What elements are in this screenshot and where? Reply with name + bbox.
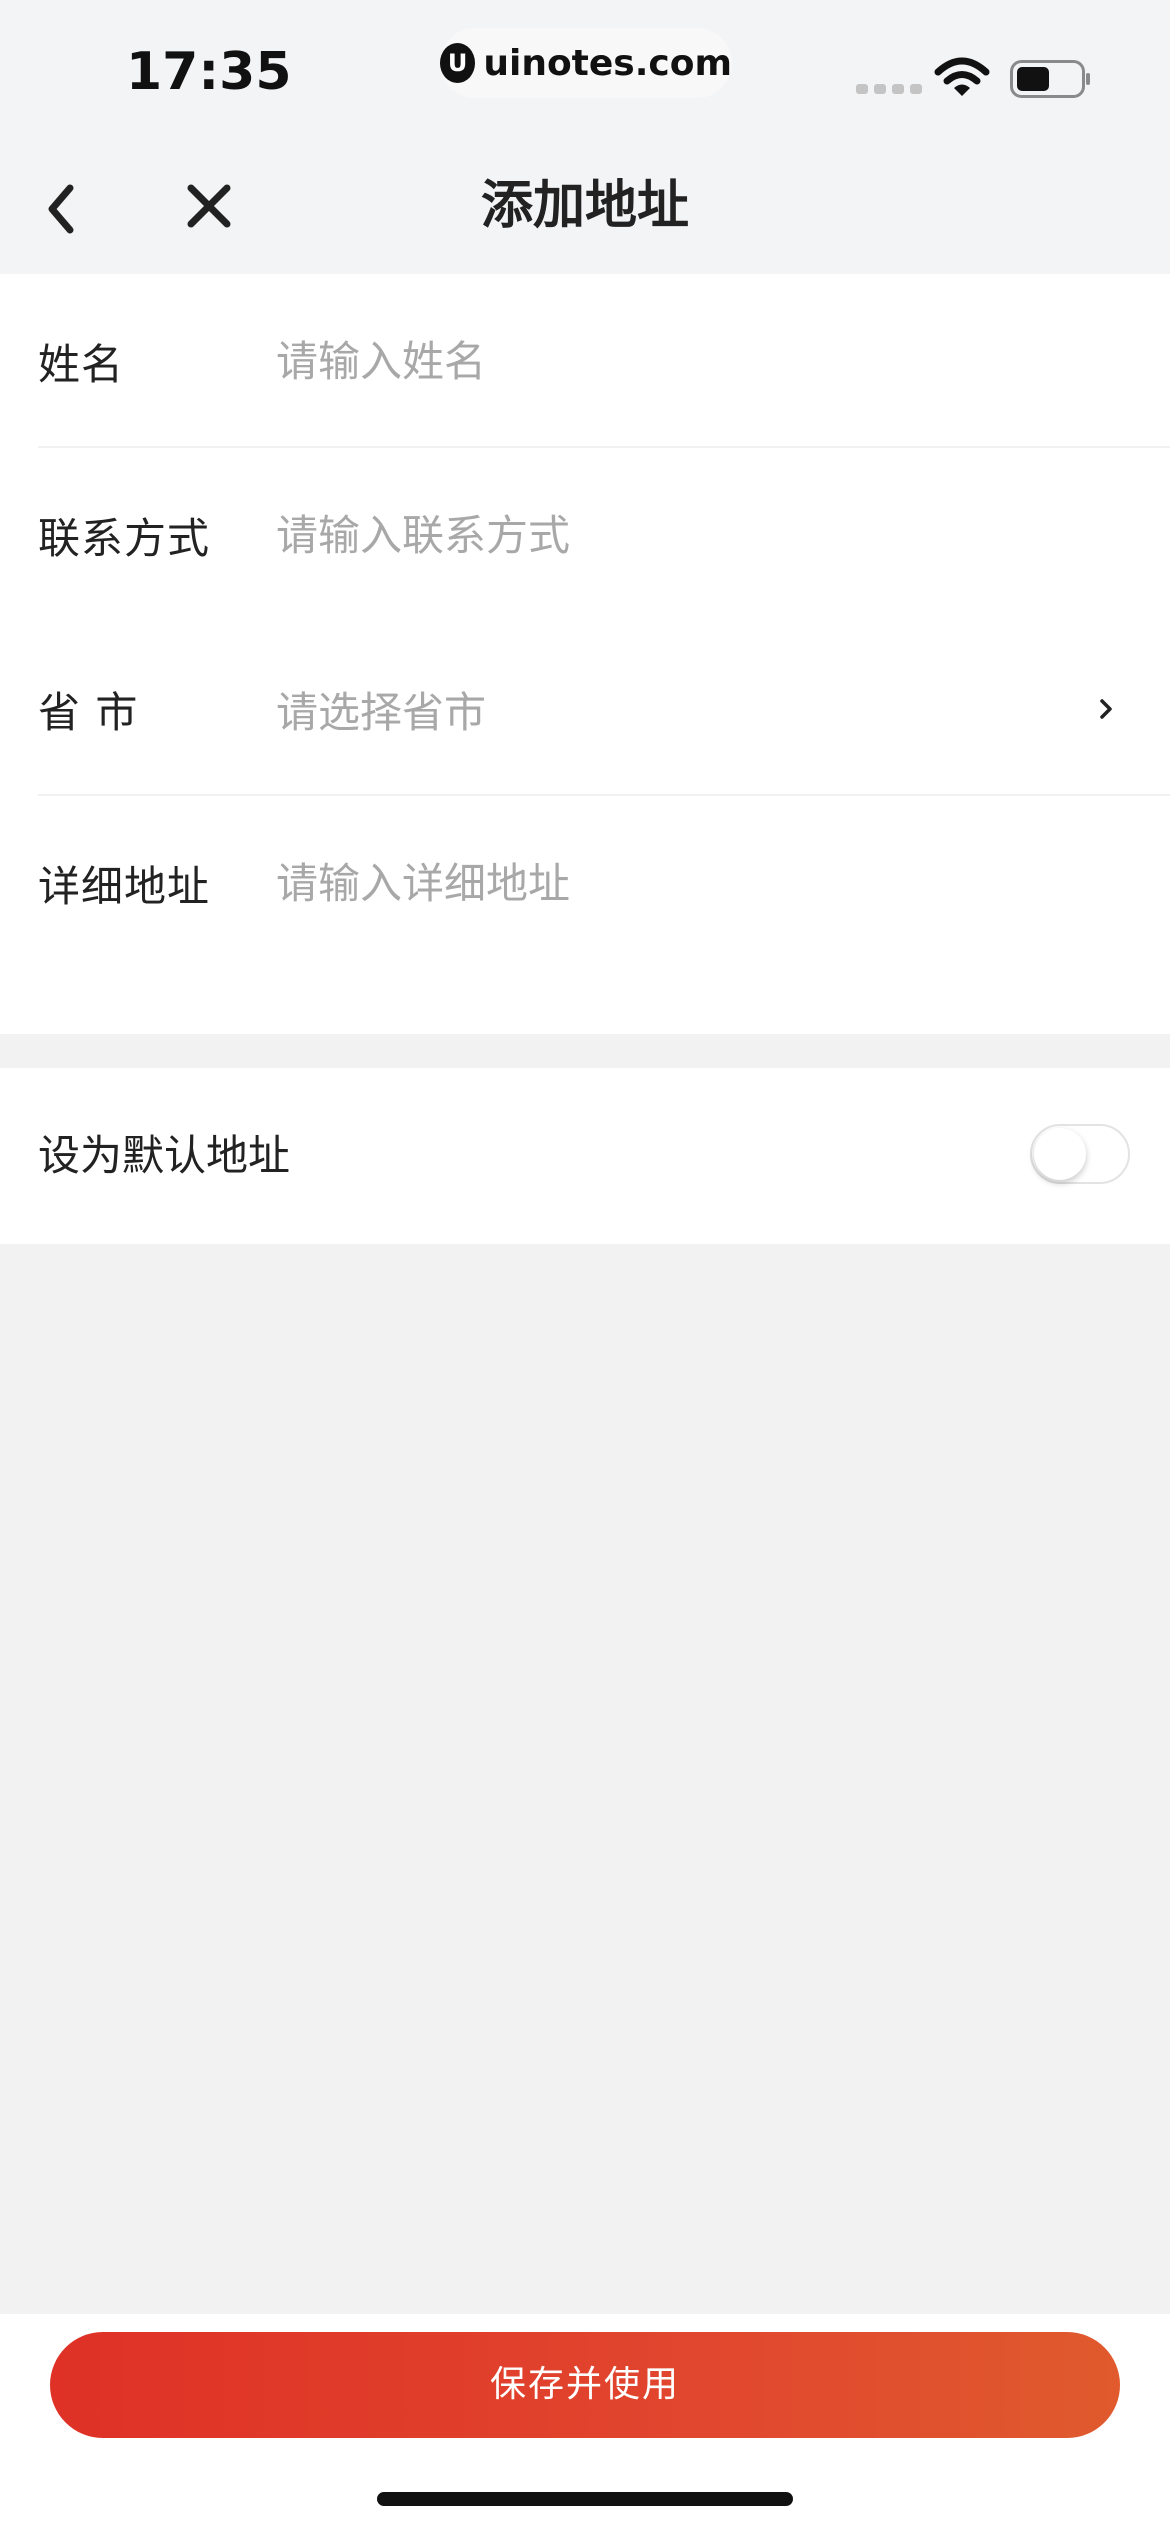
name-input[interactable] — [276, 336, 1076, 386]
address-form: 姓名 联系方式 省 市 请选择省市 详细地址 — [0, 274, 1170, 1034]
page-title: 添加地址 — [480, 176, 689, 236]
detail-input[interactable] — [276, 858, 1076, 908]
watermark: U uinotes.com — [440, 28, 732, 98]
detail-row: 详细地址 — [0, 796, 1170, 970]
toggle-knob — [1034, 1128, 1086, 1180]
region-row[interactable]: 省 市 请选择省市 — [0, 622, 1170, 796]
cellular-signal-icon — [856, 84, 922, 94]
status-bar: 17:35 U uinotes.com — [0, 0, 1170, 150]
add-address-screen: 17:35 U uinotes.com 添加地址 姓名 请输入姓名 联系方式 请… — [0, 0, 1170, 2532]
name-label: 姓名 — [38, 339, 125, 389]
region-select[interactable]: 请选择省市 — [276, 679, 486, 740]
wifi-icon — [934, 57, 990, 96]
home-indicator — [377, 2492, 793, 2506]
bottom-bar: 保存并使用 — [0, 2314, 1170, 2532]
contact-label: 联系方式 — [38, 513, 211, 563]
name-row: 姓名 — [0, 274, 1170, 448]
chevron-right-icon — [1100, 699, 1112, 719]
contact-row: 联系方式 — [0, 448, 1170, 622]
watermark-logo-icon: U — [440, 43, 476, 83]
contact-input[interactable] — [276, 510, 1076, 560]
chevron-left-icon[interactable] — [38, 178, 82, 240]
default-address-toggle[interactable] — [1030, 1124, 1130, 1184]
default-address-row: 设为默认地址 — [0, 1068, 1170, 1244]
close-icon[interactable] — [183, 180, 235, 232]
status-time: 17:35 — [126, 42, 292, 102]
detail-label: 详细地址 — [38, 861, 211, 911]
default-address-label: 设为默认地址 — [38, 1131, 291, 1180]
save-and-use-button[interactable]: 保存并使用 — [50, 2332, 1120, 2438]
nav-bar: 添加地址 — [0, 150, 1170, 274]
battery-icon — [1010, 60, 1090, 98]
watermark-text: uinotes.com — [483, 42, 732, 84]
region-label: 省 市 — [38, 687, 139, 737]
